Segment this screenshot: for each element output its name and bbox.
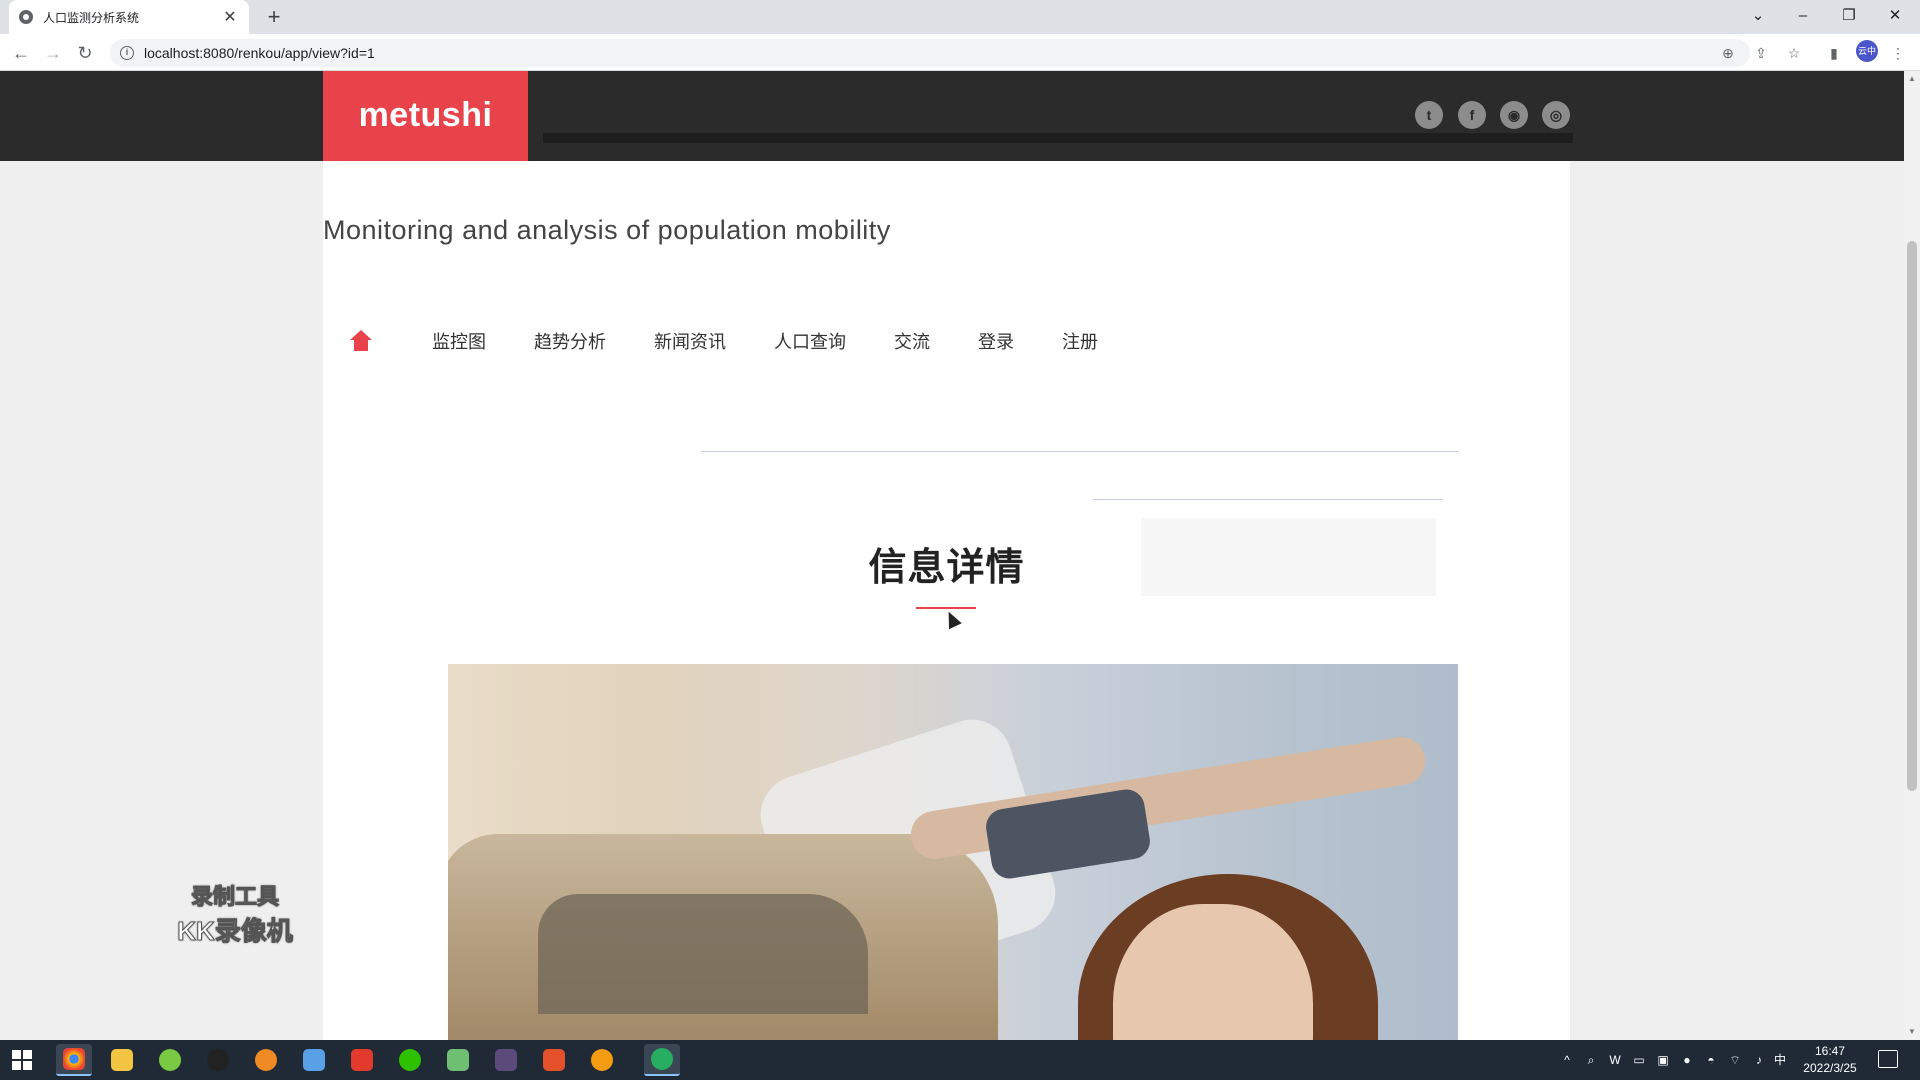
taskbar-clock[interactable]: 16:47 2022/3/25	[1790, 1043, 1870, 1077]
wps-taskbar-icon[interactable]	[344, 1044, 380, 1076]
hero-shape-window	[538, 894, 868, 1014]
tray-expand-icon[interactable]: ^	[1556, 1040, 1578, 1080]
facebook-icon[interactable]: f	[1458, 101, 1486, 129]
profile-avatar[interactable]: 云中	[1856, 40, 1878, 62]
browser-tab-strip: 人口监测分析系统 ✕ + ⌄ – ❐ ✕	[0, 0, 1920, 34]
zoom-icon[interactable]: ⊕	[1716, 40, 1740, 66]
volume-icon[interactable]: ♪	[1748, 1040, 1770, 1080]
menu-divider	[701, 451, 1458, 452]
tray-wechat-icon[interactable]: ●	[1676, 1040, 1698, 1080]
game-taskbar-icon[interactable]	[488, 1044, 524, 1076]
ime-indicator[interactable]: 中	[1770, 1040, 1790, 1080]
search-app-taskbar-icon[interactable]	[248, 1044, 284, 1076]
nav-population-query[interactable]: 人口查询	[774, 328, 846, 354]
main-nav: 监控图 趋势分析 新闻资讯 人口查询 交流 登录 注册	[348, 326, 1146, 356]
chrome-taskbar-icon[interactable]	[56, 1044, 92, 1076]
address-bar[interactable]: i localhost:8080/renkou/app/view?id=1	[110, 39, 1750, 67]
tray-green-icon[interactable]: ▣	[1652, 1040, 1674, 1080]
globe-icon	[19, 10, 33, 24]
notepad-taskbar-icon[interactable]	[440, 1044, 476, 1076]
scroll-up-icon[interactable]: ▲	[1904, 71, 1920, 87]
clock-time: 16:47	[1814, 1044, 1846, 1058]
network-icon[interactable]: ⌔	[1724, 1040, 1746, 1080]
menu-dots-icon[interactable]: ⋮	[1886, 40, 1910, 66]
tray-wps-icon[interactable]: W	[1604, 1040, 1626, 1080]
page-title: 信息详情	[868, 547, 1025, 589]
twitter-icon[interactable]: t	[1415, 101, 1443, 129]
browser-toolbar: ← → ↻ i localhost:8080/renkou/app/view?i…	[0, 34, 1920, 71]
file-explorer-taskbar-icon[interactable]	[104, 1044, 140, 1076]
site-logo[interactable]: metushi	[323, 71, 528, 161]
browser2-taskbar-icon[interactable]	[644, 1044, 680, 1076]
minimize-button[interactable]: –	[1780, 0, 1826, 34]
share-icon[interactable]: ⇪	[1749, 40, 1773, 66]
back-button[interactable]: ←	[8, 40, 34, 66]
taskbar: ^ ⌕ W ▭ ▣ ● ◓ ⌔ ♪ 中 16:47 2022/3/25	[0, 1040, 1920, 1080]
page-viewport: metushi t f ◉ ◎ Monitoring and analysis …	[0, 71, 1904, 1040]
nav-register[interactable]: 注册	[1062, 328, 1098, 354]
tab-search-icon[interactable]: ⌄	[1735, 0, 1781, 34]
watermark-line2: KK录像机	[177, 916, 294, 947]
reload-button[interactable]: ↻	[72, 40, 98, 66]
clock-date: 2022/3/25	[1803, 1061, 1857, 1075]
scroll-down-icon[interactable]: ▼	[1904, 1024, 1920, 1040]
nav-news[interactable]: 新闻资讯	[654, 328, 726, 354]
forward-button[interactable]: →	[40, 40, 66, 66]
header-divider	[543, 133, 1573, 143]
side-divider	[1093, 499, 1443, 500]
side-panel-icon[interactable]: ▮	[1822, 40, 1846, 66]
new-tab-button[interactable]: +	[260, 4, 288, 30]
page-scrollbar[interactable]: ▲ ▼	[1904, 71, 1920, 1040]
main-content: Monitoring and analysis of population mo…	[323, 161, 1570, 1040]
nav-login[interactable]: 登录	[978, 328, 1014, 354]
restore-button[interactable]: ❐	[1826, 0, 1872, 34]
tab-close-button[interactable]: ✕	[221, 7, 239, 27]
scroll-thumb[interactable]	[1907, 241, 1917, 791]
url-text[interactable]: localhost:8080/renkou/app/view?id=1	[144, 45, 375, 61]
tray-search-icon[interactable]: ⌕	[1580, 1040, 1602, 1080]
home-icon[interactable]	[348, 330, 374, 352]
nav-trend-analysis[interactable]: 趋势分析	[534, 328, 606, 354]
watermark-line1: 录制工具	[190, 884, 279, 910]
nav-monitor[interactable]: 监控图	[432, 328, 486, 354]
tray-qq-icon[interactable]: ◓	[1700, 1040, 1722, 1080]
notification-icon[interactable]	[1878, 1050, 1898, 1068]
recorder-watermark: 录制工具 KK录像机	[160, 879, 310, 948]
leaf-app-taskbar-icon[interactable]	[152, 1044, 188, 1076]
chat-icon[interactable]: ◉	[1500, 101, 1528, 129]
user-icon[interactable]: ◎	[1542, 101, 1570, 129]
site-subtitle: Monitoring and analysis of population mo…	[323, 215, 891, 245]
title-underline	[916, 607, 976, 609]
tab-title: 人口监测分析系统	[43, 10, 140, 25]
site-info-icon[interactable]: i	[120, 46, 134, 60]
site-header: metushi t f ◉ ◎	[0, 71, 1904, 161]
browser-tab[interactable]: 人口监测分析系统 ✕	[9, 0, 249, 34]
remote-app-taskbar-icon[interactable]	[296, 1044, 332, 1076]
recorder-taskbar-icon[interactable]	[584, 1044, 620, 1076]
tray-device-icon[interactable]: ▭	[1628, 1040, 1650, 1080]
detail-image	[448, 664, 1458, 1040]
nav-forum[interactable]: 交流	[894, 328, 930, 354]
wechat-taskbar-icon[interactable]	[392, 1044, 428, 1076]
bookmark-star-icon[interactable]: ☆	[1782, 40, 1806, 66]
close-window-button[interactable]: ✕	[1872, 0, 1918, 34]
qq-taskbar-icon[interactable]	[200, 1044, 236, 1076]
pdf-taskbar-icon[interactable]	[536, 1044, 572, 1076]
windows-start-icon[interactable]	[12, 1050, 32, 1070]
